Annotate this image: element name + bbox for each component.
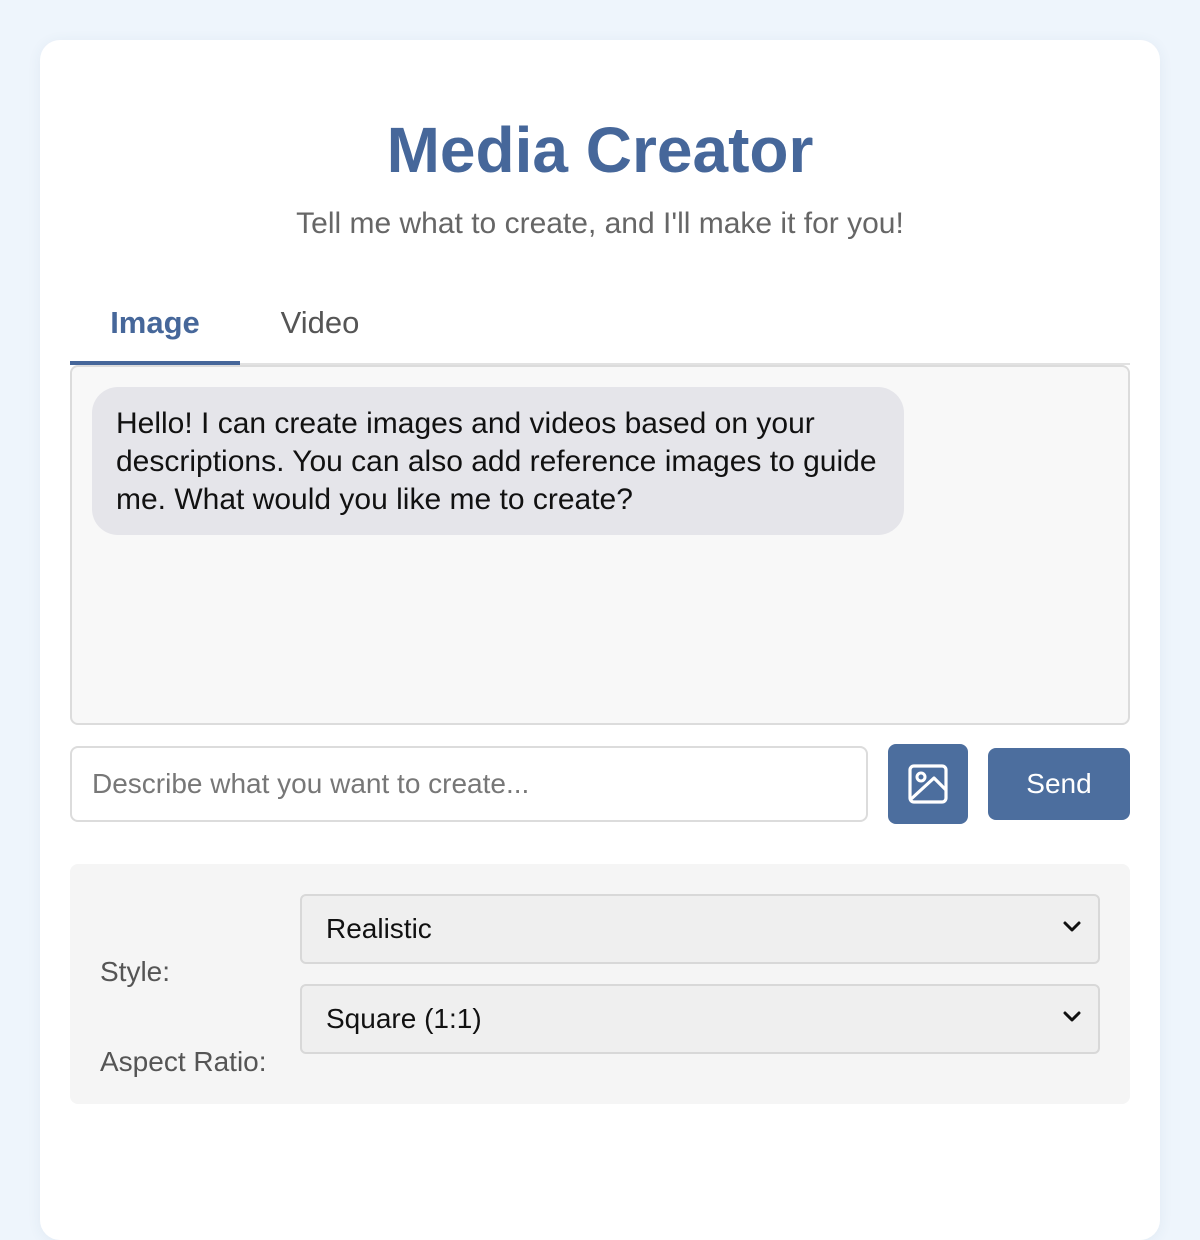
- assistant-message-bubble: Hello! I can create images and videos ba…: [92, 387, 904, 535]
- prompt-input-container: [70, 746, 868, 822]
- style-select[interactable]: Realistic: [300, 894, 1100, 964]
- image-upload-icon: [908, 764, 948, 804]
- add-reference-image-button[interactable]: [888, 744, 968, 824]
- generation-options-panel: Style: Realistic Aspect Ratio: Square (1…: [70, 864, 1130, 1104]
- page-title: Media Creator: [386, 114, 814, 186]
- tab-image[interactable]: Image: [70, 283, 240, 363]
- media-creator-card: Media Creator Tell me what to create, an…: [40, 40, 1160, 1240]
- tab-video[interactable]: Video: [240, 283, 400, 363]
- aspect-ratio-select[interactable]: Square (1:1): [300, 984, 1100, 1054]
- chevron-down-icon: [1063, 921, 1081, 932]
- prompt-input[interactable]: [72, 748, 866, 820]
- mode-tabs: Image Video: [70, 283, 1130, 365]
- aspect-ratio-select-value: Square (1:1): [326, 1003, 482, 1034]
- page-subtitle: Tell me what to create, and I'll make it…: [296, 207, 904, 240]
- style-label: Style:: [100, 956, 171, 987]
- chat-window[interactable]: Hello! I can create images and videos ba…: [70, 365, 1130, 725]
- chevron-down-icon: [1063, 1011, 1081, 1022]
- aspect-ratio-label: Aspect Ratio:: [100, 1046, 267, 1077]
- send-button[interactable]: Send: [988, 748, 1130, 820]
- style-select-value: Realistic: [326, 913, 432, 944]
